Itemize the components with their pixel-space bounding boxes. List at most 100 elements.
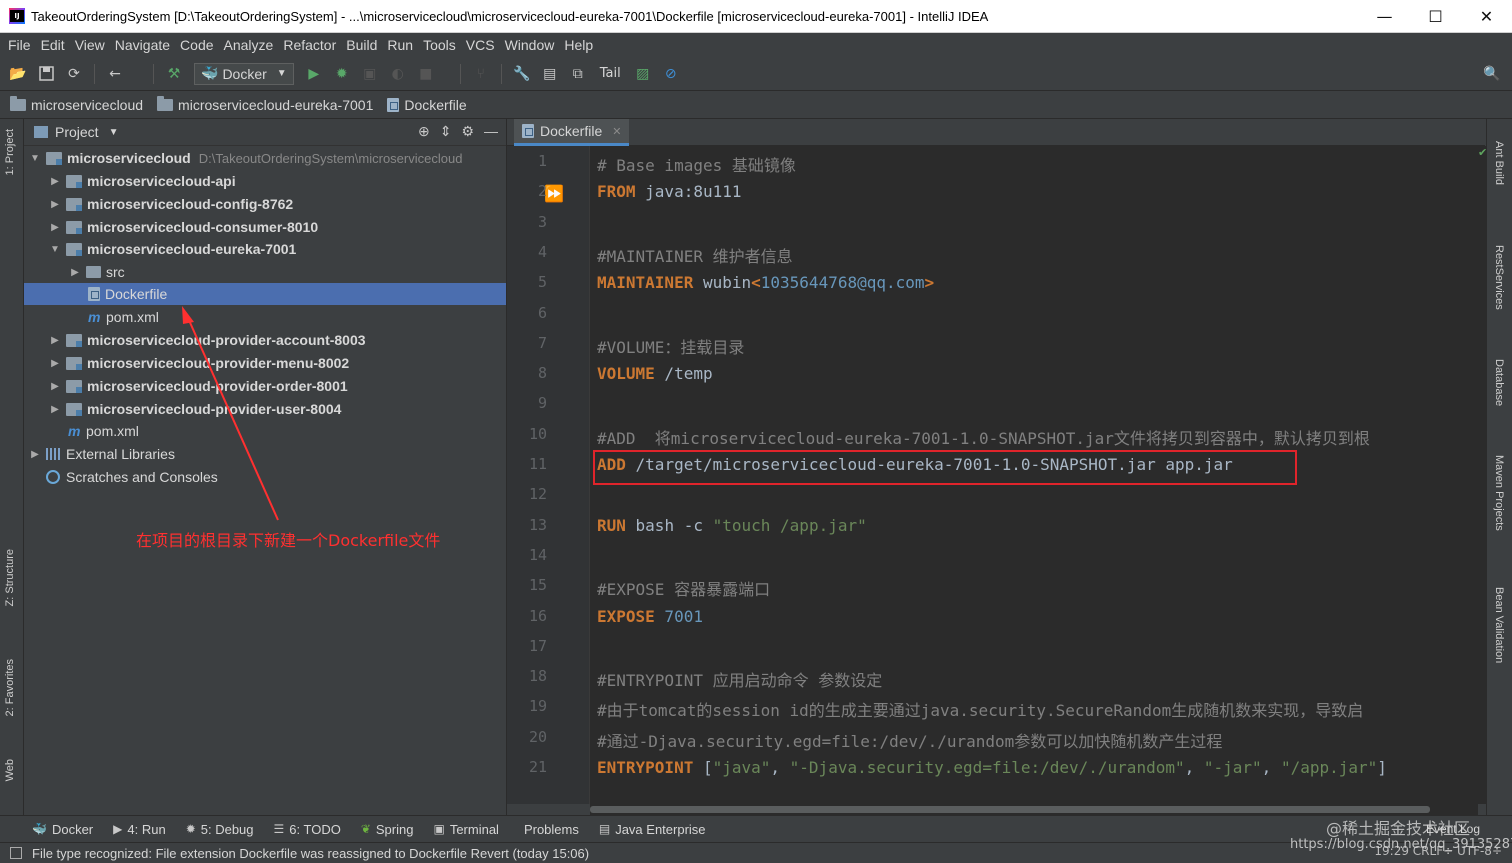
- chevron-right-icon[interactable]: ▶: [48, 335, 62, 346]
- tab-maven-projects[interactable]: Maven Projects: [1493, 455, 1505, 531]
- chevron-right-icon[interactable]: ▶: [48, 222, 62, 233]
- menu-edit[interactable]: Edit: [36, 37, 70, 53]
- tree-item[interactable]: ▶ microservicecloud-provider-order-8001: [24, 375, 506, 397]
- menu-help[interactable]: Help: [559, 37, 598, 53]
- chevron-right-icon[interactable]: ▶: [48, 404, 62, 415]
- collapse-all-icon[interactable]: ⇕: [440, 123, 452, 140]
- sdk-icon[interactable]: ⧉: [567, 63, 589, 85]
- vcs-icon[interactable]: ⑂: [470, 63, 492, 85]
- tail-button[interactable]: Tail: [600, 66, 621, 81]
- menu-code[interactable]: Code: [175, 37, 218, 53]
- menu-run[interactable]: Run: [382, 37, 418, 53]
- tab-terminal[interactable]: ▣ Terminal: [433, 822, 498, 837]
- chevron-down-icon[interactable]: ▼: [48, 244, 62, 255]
- menu-refactor[interactable]: Refactor: [278, 37, 341, 53]
- horizontal-scrollbar[interactable]: [590, 804, 1478, 815]
- tree-item[interactable]: ▶ src: [24, 261, 506, 283]
- settings-wrench-icon[interactable]: 🔧: [511, 63, 533, 85]
- save-icon[interactable]: [35, 63, 57, 85]
- code-line[interactable]: EXPOSE 7001: [597, 607, 703, 626]
- run-icon[interactable]: ▶: [303, 63, 325, 85]
- menu-file[interactable]: File: [3, 37, 36, 53]
- tree-item[interactable]: ▶ microservicecloud-api: [24, 170, 506, 192]
- menu-vcs[interactable]: VCS: [461, 37, 500, 53]
- code-line[interactable]: #MAINTAINER 维护者信息: [597, 243, 793, 267]
- menu-analyze[interactable]: Analyze: [219, 37, 279, 53]
- breadcrumb-item[interactable]: microservicecloud-eureka-7001: [157, 95, 373, 113]
- stop-icon[interactable]: ■: [415, 63, 437, 85]
- code-line[interactable]: FROM java:8u111: [597, 182, 742, 201]
- close-icon[interactable]: ✕: [612, 125, 621, 138]
- tab-project[interactable]: 1: Project: [4, 129, 16, 175]
- project-view-select[interactable]: Project: [55, 124, 99, 140]
- chevron-right-icon[interactable]: ▶: [28, 449, 42, 460]
- debug-icon[interactable]: ✹: [331, 63, 353, 85]
- run-configuration-select[interactable]: 🐳 Docker ▼: [194, 62, 294, 85]
- chevron-right-icon[interactable]: ▶: [48, 176, 62, 187]
- tab-ant-build[interactable]: Ant Build: [1493, 141, 1505, 185]
- tree-item[interactable]: ▶ microservicecloud-provider-menu-8002: [24, 352, 506, 374]
- code-line[interactable]: MAINTAINER wubin<1035644768@qq.com>: [597, 273, 934, 292]
- tree-item-root[interactable]: ▼ microservicecloud D:\TakeoutOrderingSy…: [24, 147, 506, 169]
- breadcrumb-item[interactable]: Dockerfile: [387, 97, 467, 113]
- tab-problems[interactable]: Problems: [519, 822, 579, 837]
- tab-bean-validation[interactable]: Bean Validation: [1493, 587, 1505, 663]
- tab-todo[interactable]: ☰ 6: TODO: [274, 822, 341, 837]
- tree-item[interactable]: ▶ microservicecloud-provider-user-8004: [24, 398, 506, 420]
- tree-item-selected[interactable]: Dockerfile: [24, 283, 506, 305]
- search-icon[interactable]: 🔍: [1481, 63, 1503, 85]
- code-line[interactable]: # Base images 基础镜像: [597, 152, 796, 176]
- hide-icon[interactable]: —: [484, 123, 498, 140]
- tab-structure[interactable]: Z: Structure: [4, 549, 16, 606]
- menu-navigate[interactable]: Navigate: [110, 37, 175, 53]
- tree-item[interactable]: ▶ External Libraries: [24, 443, 506, 465]
- open-folder-icon[interactable]: 📂: [7, 63, 29, 85]
- tree-item[interactable]: ▶ microservicecloud-provider-account-800…: [24, 329, 506, 351]
- tree-item[interactable]: ▶ microservicecloud-config-8762: [24, 193, 506, 215]
- tab-run[interactable]: ▶ 4: Run: [113, 822, 166, 837]
- project-structure-icon[interactable]: ▤: [539, 63, 561, 85]
- tree-item[interactable]: ▼ microservicecloud-eureka-7001: [24, 238, 506, 260]
- code-line[interactable]: #EXPOSE 容器暴露端口: [597, 576, 770, 600]
- status-toggle-icon[interactable]: [10, 847, 22, 859]
- code-line[interactable]: ENTRYPOINT ["java", "-Djava.security.egd…: [597, 758, 1387, 777]
- power-save-icon[interactable]: ⊘: [660, 63, 682, 85]
- chevron-right-icon[interactable]: ▶: [48, 381, 62, 392]
- gear-icon[interactable]: ⚙: [461, 123, 474, 140]
- profile-icon[interactable]: ◐: [387, 63, 409, 85]
- tab-java-enterprise[interactable]: ▤ Java Enterprise: [599, 822, 706, 837]
- code-line[interactable]: #ADD 将microservicecloud-eureka-7001-1.0-…: [597, 425, 1370, 449]
- tab-web[interactable]: Web: [4, 759, 16, 781]
- code-line[interactable]: ADD /target/microservicecloud-eureka-700…: [597, 455, 1233, 474]
- chevron-down-icon[interactable]: ▼: [28, 153, 42, 164]
- chevron-down-icon[interactable]: ▼: [109, 127, 119, 138]
- tree-item[interactable]: m pom.xml: [24, 306, 506, 328]
- code-line[interactable]: VOLUME /temp: [597, 364, 713, 383]
- coverage-icon[interactable]: ▣: [359, 63, 381, 85]
- code-line[interactable]: #VOLUME：挂载目录: [597, 334, 744, 358]
- code-editor[interactable]: # Base images 基础镜像 FROM java:8u111 #MAINTA…: [590, 146, 1478, 804]
- tab-database[interactable]: Database: [1493, 359, 1505, 406]
- back-icon[interactable]: ←: [104, 63, 126, 85]
- code-line[interactable]: RUN bash -c "touch /app.jar": [597, 516, 867, 535]
- minimize-button[interactable]: —: [1359, 0, 1410, 33]
- tree-item[interactable]: ▶ microservicecloud-consumer-8010: [24, 216, 506, 238]
- statistic-icon[interactable]: ▨: [632, 63, 654, 85]
- chevron-right-icon[interactable]: ▶: [48, 199, 62, 210]
- close-button[interactable]: ✕: [1461, 0, 1512, 33]
- breadcrumb-item[interactable]: microservicecloud: [10, 95, 143, 113]
- tab-favorites[interactable]: 2: Favorites: [4, 659, 16, 716]
- chevron-right-icon[interactable]: ▶: [68, 267, 82, 278]
- code-line[interactable]: #通过-Djava.security.egd=file:/dev/./urand…: [597, 728, 1222, 752]
- tab-debug[interactable]: ✹ 5: Debug: [186, 822, 254, 837]
- chevron-right-icon[interactable]: ▶: [48, 358, 62, 369]
- tab-rest-services[interactable]: RestServices: [1493, 245, 1505, 310]
- menu-view[interactable]: View: [70, 37, 110, 53]
- tab-dockerfile[interactable]: Dockerfile ✕: [514, 119, 630, 146]
- code-line[interactable]: #ENTRYPOINT 应用启动命令 参数设定: [597, 667, 882, 691]
- build-hammer-icon[interactable]: ⚒: [163, 63, 185, 85]
- menu-tools[interactable]: Tools: [418, 37, 461, 53]
- locate-icon[interactable]: ⊕: [418, 123, 430, 140]
- scrollbar-thumb[interactable]: [590, 806, 1430, 813]
- tab-docker[interactable]: 🐳 Docker: [32, 822, 93, 837]
